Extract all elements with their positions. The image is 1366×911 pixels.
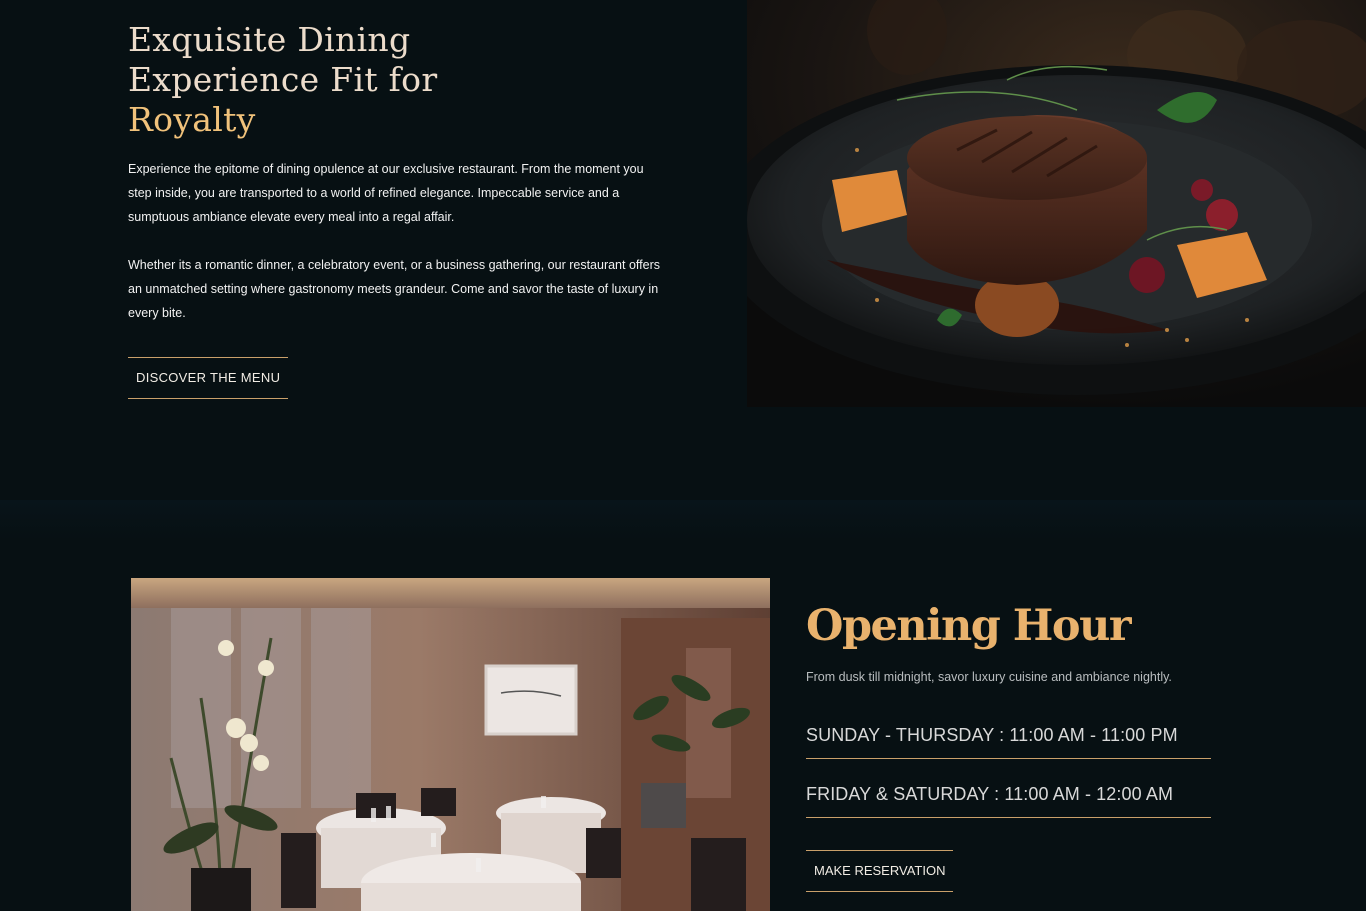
- hero-text-block: Exquisite Dining Experience Fit for Roya…: [128, 20, 668, 399]
- hero-title: Exquisite Dining Experience Fit for Roya…: [128, 20, 668, 140]
- opening-hours-section: Opening Hour From dusk till midnight, sa…: [0, 500, 1366, 911]
- section-divider-band: [0, 500, 1366, 540]
- hero-paragraph-2: Whether its a romantic dinner, a celebra…: [128, 258, 660, 320]
- opening-hours-subtitle: From dusk till midnight, savor luxury cu…: [806, 670, 1172, 684]
- hero-title-line1: Exquisite Dining: [128, 20, 411, 59]
- discover-menu-button[interactable]: DISCOVER THE MENU: [128, 357, 289, 399]
- schedule-row-weekdays: SUNDAY - THURSDAY : 11:00 AM - 11:00 PM: [806, 697, 1211, 759]
- restaurant-interior-photo: [131, 578, 770, 911]
- make-reservation-button[interactable]: MAKE RESERVATION: [806, 850, 954, 892]
- hero-paragraph-1: Experience the epitome of dining opulenc…: [128, 162, 644, 224]
- opening-hours-title: Opening Hour: [806, 601, 1132, 651]
- hero-section: Exquisite Dining Experience Fit for Roya…: [0, 0, 1366, 500]
- steak-dish-photo: [747, 0, 1366, 407]
- schedule-row-weekend: FRIDAY & SATURDAY : 11:00 AM - 12:00 AM: [806, 759, 1211, 818]
- hero-title-line2: Experience Fit for: [128, 60, 438, 99]
- hero-title-accent: Royalty: [128, 100, 256, 139]
- opening-hours-text-block: Opening Hour From dusk till midnight, sa…: [806, 598, 1226, 892]
